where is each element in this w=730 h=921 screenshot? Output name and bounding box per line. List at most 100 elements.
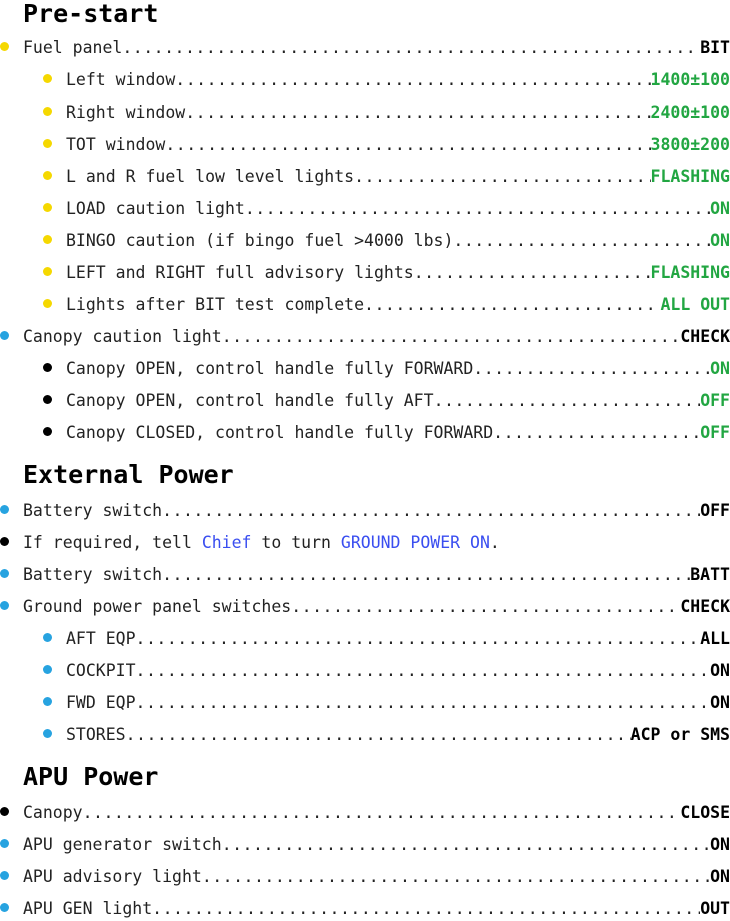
- item-label: Canopy OPEN, control handle fully AFT: [66, 391, 434, 410]
- leader-dots: [175, 68, 650, 92]
- checklist-subitem: LOAD caution light ON: [0, 197, 730, 221]
- item-value: CHECK: [680, 597, 730, 616]
- section-title-external-power: External Power: [23, 460, 234, 489]
- checklist-subitem: Canopy OPEN, control handle fully AFT OFF: [0, 389, 730, 413]
- item-label: Right window: [66, 103, 186, 122]
- item-label: COCKPIT: [66, 661, 136, 680]
- checklist-subitem: Canopy OPEN, control handle fully FORWAR…: [0, 357, 730, 381]
- item-value: ON: [710, 231, 730, 250]
- item-value: OFF: [700, 423, 730, 442]
- instruction-text: to turn: [251, 533, 341, 552]
- item-label: APU GEN light: [23, 899, 153, 918]
- bullet-icon: [43, 74, 52, 83]
- bullet-icon: [43, 427, 52, 436]
- leader-dots: [136, 627, 701, 651]
- bullet-icon: [0, 537, 9, 546]
- item-label: BINGO caution (if bingo fuel >4000 lbs): [66, 231, 454, 250]
- leader-dots: [152, 897, 700, 921]
- item-value: 3800±200: [650, 135, 730, 154]
- item-value: BIT: [700, 38, 730, 57]
- checklist-item: Ground power panel switches CHECK: [0, 595, 730, 619]
- item-value: OFF: [700, 501, 730, 520]
- leader-dots: [414, 261, 651, 285]
- checklist-item: APU advisory light ON: [0, 865, 730, 889]
- checklist-item: APU GEN light OUT: [0, 897, 730, 921]
- bullet-icon: [0, 505, 9, 514]
- checklist-item: Canopy CLOSE: [0, 801, 730, 825]
- checklist-item: APU generator switch ON: [0, 833, 730, 857]
- bullet-icon: [43, 633, 52, 642]
- leader-dots: [222, 325, 681, 349]
- leader-dots: [493, 421, 700, 445]
- item-value: FLASHING: [650, 263, 730, 282]
- item-label: Left window: [66, 70, 176, 89]
- bullet-icon: [0, 839, 9, 848]
- checklist-subitem: Left window 1400±100: [0, 68, 730, 92]
- leader-dots: [434, 389, 701, 413]
- item-value: ON: [710, 199, 730, 218]
- item-label: LOAD caution light: [66, 199, 245, 218]
- item-label: FWD EQP: [66, 693, 136, 712]
- leader-dots: [83, 801, 681, 825]
- item-value: CHECK: [680, 327, 730, 346]
- checklist-subitem: LEFT and RIGHT full advisory lights FLASH…: [0, 261, 730, 285]
- item-value: OUT: [700, 899, 730, 918]
- item-value: ON: [710, 661, 730, 680]
- checklist-subitem: Right window 2400±100: [0, 101, 730, 125]
- checklist-subitem: Canopy CLOSED, control handle fully FORW…: [0, 421, 730, 445]
- bullet-icon: [43, 697, 52, 706]
- leader-dots: [364, 293, 660, 317]
- bullet-icon: [43, 729, 52, 738]
- checklist-subitem: AFT EQP ALL: [0, 627, 730, 651]
- leader-dots: [122, 36, 700, 60]
- item-label: STORES: [66, 725, 126, 744]
- item-value: ON: [710, 693, 730, 712]
- bullet-icon: [0, 569, 9, 578]
- chief-link[interactable]: Chief: [202, 531, 252, 555]
- checklist-subitem: Lights after BIT test complete ALL OUT: [0, 293, 730, 317]
- bullet-icon: [0, 42, 9, 51]
- item-value: CLOSE: [680, 803, 730, 822]
- leader-dots: [291, 595, 680, 619]
- ground-power-link[interactable]: GROUND POWER ON: [341, 531, 490, 555]
- item-label: Canopy OPEN, control handle fully FORWAR…: [66, 359, 474, 378]
- bullet-icon: [43, 107, 52, 116]
- item-label: Canopy CLOSED, control handle fully FORW…: [66, 423, 494, 442]
- checklist-subitem: FWD EQP ON: [0, 691, 730, 715]
- checklist-item: Fuel panel BIT: [0, 36, 730, 60]
- item-label: Lights after BIT test complete: [66, 295, 365, 314]
- section-title-prestart: Pre-start: [23, 0, 159, 28]
- leader-dots: [354, 165, 650, 189]
- leader-dots: [136, 659, 711, 683]
- leader-dots: [222, 833, 710, 857]
- item-label: AFT EQP: [66, 629, 136, 648]
- checklist-item: Battery switch OFF: [0, 499, 730, 523]
- item-label: APU advisory light: [23, 867, 202, 886]
- item-label: Fuel panel: [23, 38, 123, 57]
- bullet-icon: [0, 871, 9, 880]
- bullet-icon: [0, 903, 9, 912]
- bullet-icon: [43, 235, 52, 244]
- checklist-subitem: TOT window 3800±200: [0, 133, 730, 157]
- checklist-subitem: STORES ACP or SMS: [0, 723, 730, 747]
- item-label: APU generator switch: [23, 835, 222, 854]
- bullet-icon: [43, 363, 52, 372]
- leader-dots: [185, 101, 650, 125]
- leader-dots: [453, 229, 710, 253]
- checklist-item: Battery switch BATT: [0, 563, 730, 587]
- bullet-icon: [43, 299, 52, 308]
- item-value: BATT: [690, 565, 730, 584]
- leader-dots: [245, 197, 710, 221]
- bullet-icon: [43, 203, 52, 212]
- bullet-icon: [0, 331, 9, 340]
- leader-dots: [162, 499, 700, 523]
- bullet-icon: [43, 665, 52, 674]
- item-value: 2400±100: [650, 103, 730, 122]
- item-value: ON: [710, 867, 730, 886]
- bullet-icon: [43, 395, 52, 404]
- item-value: ALL: [700, 629, 730, 648]
- instruction-text: .: [489, 533, 500, 552]
- item-label: LEFT and RIGHT full advisory lights: [66, 263, 414, 282]
- checklist-subitem: BINGO caution (if bingo fuel >4000 lbs) O…: [0, 229, 730, 253]
- leader-dots: [126, 723, 631, 747]
